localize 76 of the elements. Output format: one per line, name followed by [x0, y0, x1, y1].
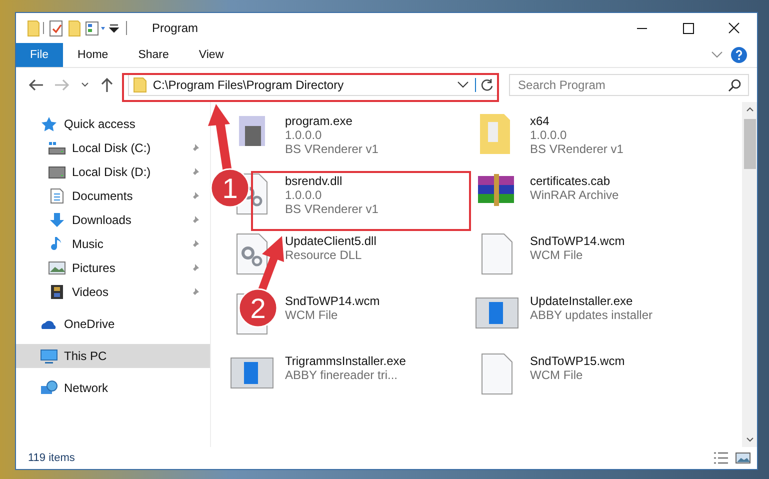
sidebar-label: Documents [72, 189, 133, 203]
sidebar-label: This PC [64, 349, 107, 363]
file-detail: ABBY updates installer [530, 308, 653, 322]
file-detail: WCM File [530, 248, 584, 262]
sidebar-label: Network [64, 381, 108, 395]
file-detail: WinRAR Archive [530, 188, 619, 202]
sidebar-item[interactable]: Local Disk (C:) [16, 136, 210, 160]
file-name[interactable]: TrigrammsInstaller.exe [285, 354, 406, 368]
sidebar-label: Music [72, 237, 104, 251]
file-name[interactable]: SndToWP14.wcm [285, 294, 380, 308]
file-name[interactable]: bsrendv.dll [285, 174, 378, 188]
sidebar-item[interactable]: Music [16, 232, 210, 256]
file-name[interactable]: program.exe [285, 114, 378, 128]
file-detail: Resource DLL [285, 248, 363, 262]
up-icon[interactable] [100, 77, 114, 93]
sidebar-item[interactable]: Network [16, 376, 210, 400]
file-name[interactable]: SndToWP15.wcm [530, 354, 625, 368]
sidebar-label: OneDrive [64, 317, 115, 331]
file-detail: WCM File [285, 308, 339, 322]
chevron-icon[interactable] [711, 51, 723, 59]
item-count: 119 items [28, 452, 75, 464]
sidebar-item[interactable]: Local Disk (D:) [16, 160, 210, 184]
file-detail: 1.0.0.0 [285, 128, 323, 142]
refresh-icon[interactable] [475, 78, 494, 92]
file-name[interactable]: UpdateInstaller.exe [530, 294, 653, 308]
network-icon [40, 380, 58, 396]
file-name[interactable]: SndToWP14.wcm [530, 234, 625, 248]
sidebar-label: Quick access [64, 117, 136, 131]
scroll-up-icon[interactable] [744, 105, 754, 113]
details-view-icon[interactable] [713, 452, 729, 464]
sidebar-label: Local Disk (C:) [72, 141, 151, 155]
file-name[interactable]: x64 [530, 114, 624, 128]
back-icon[interactable] [28, 78, 44, 92]
file-name[interactable]: UpdateClient5.dll [285, 234, 376, 248]
sidebar-item[interactable]: Downloads [16, 208, 210, 232]
sidebar-item[interactable]: Documents [16, 184, 210, 208]
ribbon-tab[interactable]: Home [62, 43, 124, 67]
help-icon[interactable] [731, 47, 747, 63]
search-icon[interactable] [728, 79, 742, 92]
star-icon [40, 116, 58, 132]
file-detail: BS VRenderer v1 [530, 142, 624, 156]
file-detail: 1.0.0.0 [530, 128, 568, 142]
sidebar-label: Pictures [72, 261, 116, 275]
disk-c-icon [48, 140, 66, 156]
sidebar-item[interactable]: This PC [16, 344, 210, 368]
ribbon-tab[interactable]: File [16, 43, 63, 67]
scroll-down-icon[interactable] [744, 436, 754, 444]
file-detail: WCM File [530, 368, 584, 382]
sidebar-label: Downloads [72, 213, 132, 227]
downloads-icon [48, 212, 66, 228]
ribbon-tab[interactable]: Share [123, 43, 184, 67]
search-field[interactable]: Search Program [509, 74, 750, 96]
documents-icon [48, 188, 66, 204]
sidebar-label: Videos [72, 285, 108, 299]
dropdown-icon[interactable] [80, 81, 90, 89]
file-detail: BS VRenderer v1 [285, 142, 378, 156]
large-icons-view-icon[interactable] [735, 452, 751, 464]
dropdown-icon[interactable] [457, 81, 470, 89]
file-detail: 1.0.0.0 [285, 188, 323, 202]
scrollbar[interactable] [742, 102, 757, 447]
sidebar-item[interactable]: Videos [16, 280, 210, 304]
window-title: Program [152, 21, 200, 35]
sidebar-item[interactable]: Pictures [16, 256, 210, 280]
videos-icon [48, 284, 66, 300]
folder-icon [132, 77, 147, 93]
file-detail: BS VRenderer v1 [285, 202, 378, 216]
file-detail: ABBY finereader tri... [285, 368, 398, 382]
scroll-thumb[interactable] [744, 119, 756, 169]
pictures-icon [48, 260, 66, 276]
sidebar-item[interactable]: Quick access [16, 112, 210, 136]
sidebar-label: Local Disk (D:) [72, 165, 151, 179]
pc-icon [40, 348, 58, 364]
ribbon-tab[interactable]: View [184, 43, 239, 67]
address-bar[interactable]: C:\Program Files\Program Directory [128, 74, 500, 96]
file-name[interactable]: certificates.cab [530, 174, 619, 188]
sidebar-item[interactable]: OneDrive [16, 312, 210, 336]
